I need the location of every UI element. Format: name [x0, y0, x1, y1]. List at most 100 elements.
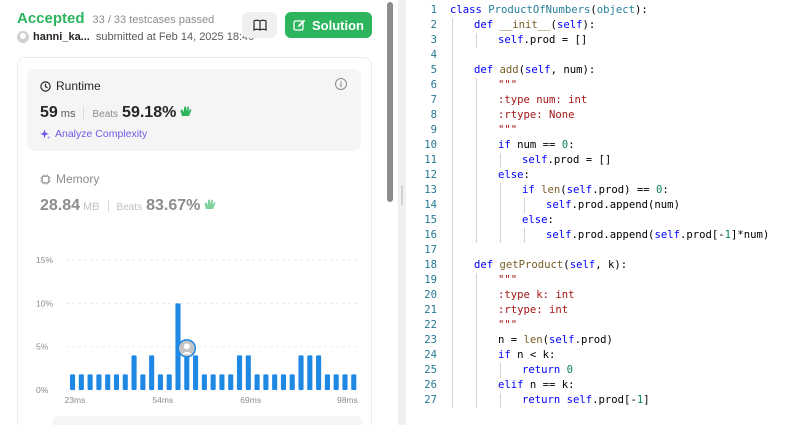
- code-line[interactable]: 18 def getProduct(self, k):: [406, 258, 800, 273]
- line-number: 3: [430, 34, 437, 46]
- chart-bar[interactable]: [184, 355, 190, 390]
- code-line[interactable]: 19 """: [406, 273, 800, 288]
- card-footer: [52, 416, 362, 425]
- chart-bar[interactable]: [140, 374, 146, 390]
- code-text: return 0: [522, 364, 574, 376]
- runtime-title: Runtime: [56, 79, 101, 93]
- code-text: self.prod = []: [498, 34, 588, 46]
- code-line[interactable]: 13 if len(self.prod) == 0:: [406, 183, 800, 198]
- line-number: 2: [430, 19, 437, 31]
- chart-bar[interactable]: [228, 374, 234, 390]
- code-line[interactable]: 20:type k: int: [406, 288, 800, 303]
- line-number: 1: [430, 4, 437, 16]
- chart-bar[interactable]: [333, 374, 339, 390]
- panel-scrollbar[interactable]: [387, 2, 393, 202]
- code-line[interactable]: 25 return 0: [406, 363, 800, 378]
- code-line[interactable]: 24 if n < k:: [406, 348, 800, 363]
- chart-bar[interactable]: [245, 355, 251, 390]
- indent-guide: [524, 198, 525, 213]
- chart-bar[interactable]: [342, 374, 348, 390]
- book-icon: [252, 19, 267, 31]
- submission-status: Accepted 33 / 33 testcases passed: [17, 10, 214, 27]
- code-line[interactable]: 6 """: [406, 78, 800, 93]
- line-number: 22: [424, 319, 437, 331]
- code-line[interactable]: 21:rtype: int: [406, 303, 800, 318]
- app-root: Accepted 33 / 33 testcases passed hanni_…: [0, 0, 800, 425]
- chart-bar[interactable]: [280, 374, 287, 390]
- solution-button[interactable]: Solution: [285, 12, 372, 38]
- code-line[interactable]: 14 self.prod.append(num): [406, 198, 800, 213]
- code-line[interactable]: 16 self.prod.append(self.prod[-1]*num): [406, 228, 800, 243]
- memory-header[interactable]: Memory: [40, 172, 99, 186]
- chart-bar[interactable]: [78, 374, 84, 390]
- chart-bar[interactable]: [96, 374, 102, 390]
- code-line[interactable]: 10 if num == 0:: [406, 138, 800, 153]
- resizer-grip[interactable]: [401, 185, 403, 205]
- x-tick-label: 54ms: [152, 395, 173, 405]
- analyze-complexity-link[interactable]: Analyze Complexity: [40, 128, 147, 140]
- code-line[interactable]: 7:type num: int: [406, 93, 800, 108]
- code-line[interactable]: 9 """: [406, 123, 800, 138]
- chart-bar[interactable]: [87, 374, 93, 390]
- code-line[interactable]: 17: [406, 243, 800, 258]
- code-line[interactable]: 8:rtype: None: [406, 108, 800, 123]
- line-number: 12: [424, 169, 437, 181]
- code-line[interactable]: 12 else:: [406, 168, 800, 183]
- chart-bar[interactable]: [219, 374, 225, 390]
- editorial-button[interactable]: [242, 12, 277, 38]
- code-text: if num == 0:: [498, 139, 575, 151]
- chart-bar[interactable]: [122, 374, 128, 390]
- indent-guide: [476, 78, 477, 243]
- chart-bar[interactable]: [263, 374, 269, 390]
- chart-bar[interactable]: [105, 374, 111, 390]
- runtime-distribution-chart[interactable]: 15% 10% 5% 0% 23ms 54ms 69ms 98ms: [28, 250, 368, 410]
- chart-bar[interactable]: [324, 374, 330, 390]
- code-line[interactable]: 3 self.prod = []: [406, 33, 800, 48]
- line-number: 19: [424, 274, 437, 286]
- code-line[interactable]: 1 class ProductOfNumbers(object):: [406, 3, 800, 18]
- chart-bar[interactable]: [113, 374, 120, 390]
- code-line[interactable]: 4: [406, 48, 800, 63]
- code-text: def add(self, num):: [474, 64, 596, 76]
- chart-bar[interactable]: [236, 355, 243, 390]
- code-line[interactable]: 23 n = len(self.prod): [406, 333, 800, 348]
- chart-bar[interactable]: [351, 374, 357, 390]
- chart-bar[interactable]: [201, 374, 207, 390]
- code-line[interactable]: 2 def __init__(self):: [406, 18, 800, 33]
- code-viewer[interactable]: 1 class ProductOfNumbers(object): 2 def __i…: [406, 0, 800, 425]
- code-text: elif n == k:: [498, 379, 575, 391]
- chart-bar[interactable]: [131, 355, 137, 390]
- runtime-card[interactable]: Runtime i 59 ms Beats 59.18% Analyze Com…: [27, 69, 361, 151]
- chart-bar[interactable]: [316, 355, 322, 390]
- chart-bar[interactable]: [193, 355, 199, 390]
- line-number: 7: [430, 94, 437, 106]
- panel-resizer[interactable]: [398, 0, 406, 425]
- chart-bar[interactable]: [166, 374, 172, 390]
- chart-bar[interactable]: [70, 374, 76, 390]
- code-text: """: [498, 79, 518, 91]
- code-line[interactable]: 15 else:: [406, 213, 800, 228]
- chart-bar[interactable]: [298, 355, 304, 390]
- code-line[interactable]: 27 return self.prod[-1]: [406, 393, 800, 408]
- username-link[interactable]: hanni_ka...: [33, 31, 90, 43]
- chart-bar[interactable]: [307, 355, 313, 390]
- chart-bar[interactable]: [254, 374, 260, 390]
- chart-bar[interactable]: [210, 374, 216, 390]
- info-icon[interactable]: i: [335, 78, 347, 90]
- your-submission-marker[interactable]: [177, 339, 197, 358]
- avatar[interactable]: [17, 31, 29, 43]
- memory-values: 28.84 MB Beats 83.67%: [40, 197, 217, 215]
- chart-bar[interactable]: [272, 374, 278, 390]
- chart-bar[interactable]: [289, 374, 295, 390]
- code-line[interactable]: 26 elif n == k:: [406, 378, 800, 393]
- code-text: """: [498, 124, 518, 136]
- code-line[interactable]: 5 def add(self, num):: [406, 63, 800, 78]
- indent-guide: [476, 273, 477, 408]
- line-number: 14: [424, 199, 437, 211]
- code-line[interactable]: 22 """: [406, 318, 800, 333]
- chart-bar[interactable]: [149, 355, 155, 390]
- line-number: 11: [424, 154, 437, 166]
- y-tick-label: 10%: [36, 298, 53, 308]
- code-line[interactable]: 11 self.prod = []: [406, 153, 800, 168]
- chart-bar[interactable]: [157, 374, 163, 390]
